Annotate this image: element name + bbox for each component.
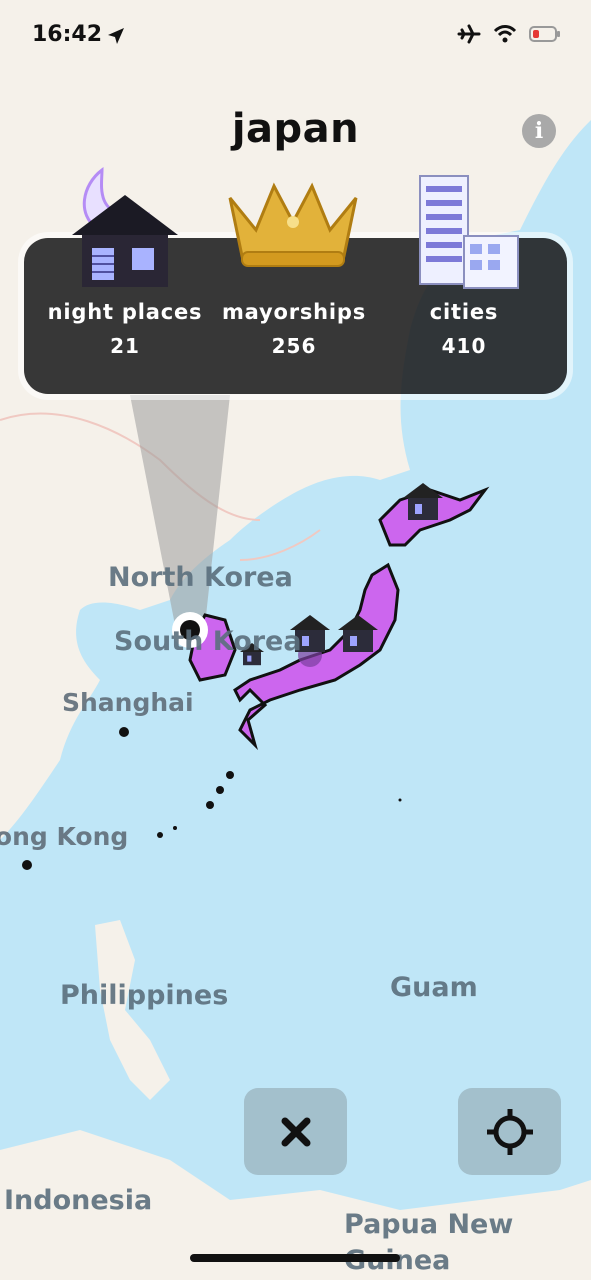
stat-mayorships-label: mayorships — [221, 300, 367, 324]
location-arrow-icon — [108, 28, 124, 44]
wifi-icon — [493, 25, 517, 43]
status-bar: 16:42 — [0, 0, 591, 70]
stat-night-places-label: night places — [47, 300, 203, 324]
stat-cities-label: cities — [429, 300, 499, 324]
night-house-icon — [72, 166, 178, 287]
stat-night-places-value: 21 — [110, 334, 140, 358]
stat-mayorships[interactable]: mayorships 256 — [204, 300, 384, 358]
map-label-papua-new-guinea: Papua New Guinea — [344, 1209, 514, 1276]
map-label-south-korea: South Korea — [114, 626, 302, 657]
crown-icon — [228, 182, 358, 267]
status-icons — [457, 24, 561, 44]
crosshair-icon — [486, 1108, 533, 1155]
close-button[interactable] — [244, 1088, 347, 1175]
close-icon — [281, 1117, 310, 1146]
city-buildings-icon — [419, 175, 519, 289]
map-label-shanghai: Shanghai — [62, 688, 194, 717]
locate-button[interactable] — [458, 1088, 561, 1175]
battery-low-icon — [529, 26, 560, 42]
status-time: 16:42 — [32, 22, 103, 47]
map-label-north-korea: North Korea — [108, 562, 293, 593]
stat-mayorships-value: 256 — [271, 334, 317, 358]
airplane-icon — [457, 24, 481, 44]
stat-cities-value: 410 — [441, 334, 487, 358]
stat-cities[interactable]: cities 410 — [374, 300, 554, 358]
stat-night-places[interactable]: night places 21 — [35, 300, 215, 358]
map-label-philippines: Philippines — [60, 980, 229, 1011]
map-label-indonesia: Indonesia — [4, 1185, 153, 1216]
page-title: japan — [231, 106, 360, 152]
info-icon[interactable]: i — [522, 114, 556, 148]
map-label-hong-kong: Hong Kong — [0, 822, 129, 851]
home-indicator[interactable] — [190, 1254, 400, 1262]
map-label-guam: Guam — [390, 972, 478, 1003]
